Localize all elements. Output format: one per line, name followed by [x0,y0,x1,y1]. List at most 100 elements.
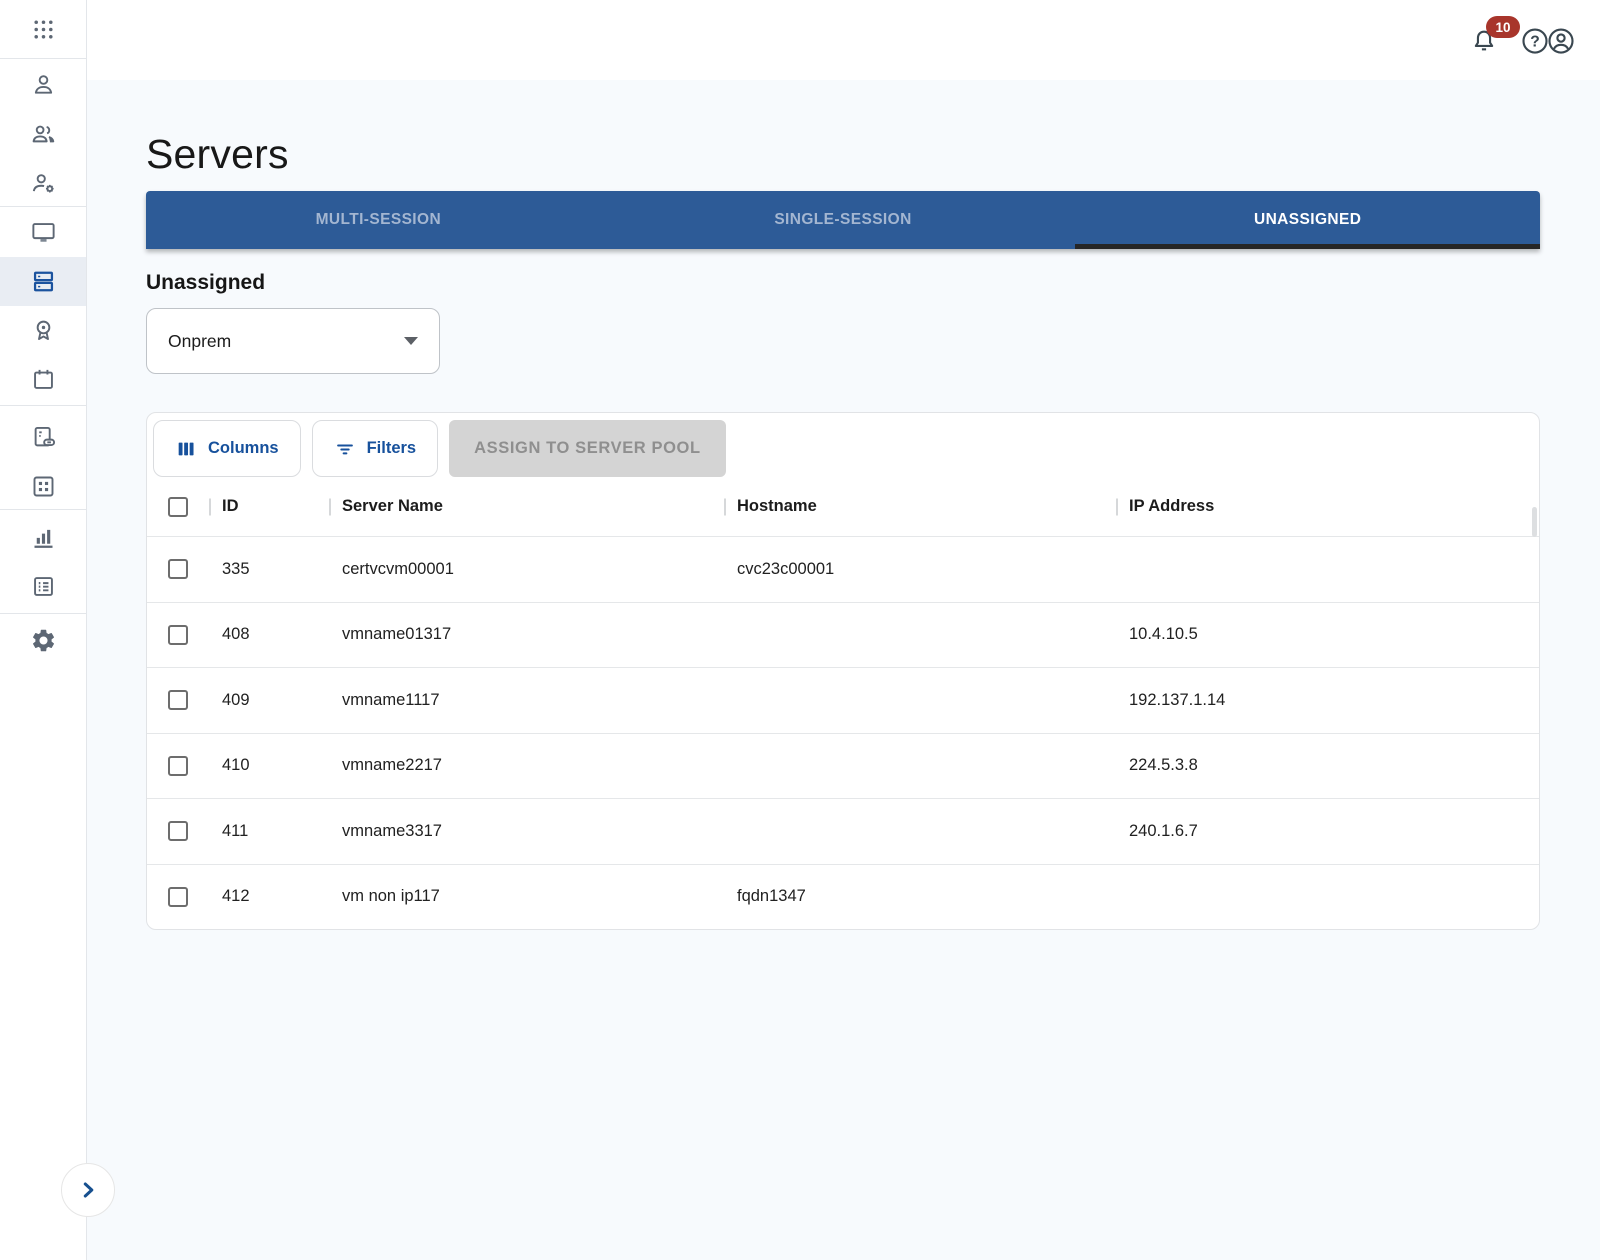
sidebar-item-schedule[interactable] [0,355,86,404]
row-checkbox-cell [147,887,209,907]
tab-unassigned[interactable]: UNASSIGNED [1075,191,1540,249]
environment-dropdown-value: Onprem [168,331,231,352]
cell-server-name: vm non ip117 [329,887,724,906]
cell-id: 412 [209,887,329,906]
cell-hostname: fqdn1347 [724,887,1116,906]
table-header-row: ID Server Name Hostname IP Address [147,477,1539,536]
sidebar-item-certificates[interactable] [0,306,86,355]
tab-bar: MULTI-SESSION SINGLE-SESSION UNASSIGNED [146,191,1540,249]
cell-server-name: vmname01317 [329,625,724,644]
column-header-server-name[interactable]: Server Name [329,497,724,516]
sidebar-divider [0,58,86,59]
person-icon [30,71,57,98]
table-row[interactable]: 335 certvcvm00001 cvc23c00001 [147,536,1539,602]
sidebar-item-app-launcher[interactable] [0,5,86,54]
sidebar-item-servers[interactable] [0,257,86,306]
table-row[interactable]: 412 vm non ip117 fqdn1347 [147,864,1539,930]
sidebar-divider [0,206,86,207]
sidebar-divider [0,405,86,406]
cell-id: 335 [209,560,329,579]
apps-grid-icon [31,17,56,42]
chevron-down-icon [404,337,418,345]
select-all-checkbox[interactable] [168,497,188,517]
monitor-icon [30,219,57,246]
sidebar-divider [0,509,86,510]
sidebar-item-desktops[interactable] [0,208,86,257]
badge-icon [30,317,57,344]
settings-icon [30,627,57,654]
chevron-right-icon [75,1177,101,1203]
filter-icon [334,438,356,460]
environment-dropdown[interactable]: Onprem [146,308,440,374]
person-settings-icon [30,170,57,197]
header-checkbox-cell [147,497,209,517]
sidebar-item-user-settings[interactable] [0,159,86,208]
row-checkbox-cell [147,821,209,841]
cell-hostname: cvc23c00001 [724,560,1116,579]
scrollbar-thumb[interactable] [1532,507,1537,537]
sidebar-item-users[interactable] [0,60,86,109]
sidebar-divider [0,613,86,614]
columns-button[interactable]: Columns [153,420,301,477]
svg-text:?: ? [1530,33,1540,50]
column-header-id[interactable]: ID [209,497,329,516]
account-button[interactable] [1546,26,1576,56]
row-checkbox-cell [147,625,209,645]
row-checkbox[interactable] [168,756,188,776]
cell-ip-address: 192.137.1.14 [1116,691,1539,710]
table-row[interactable]: 409 vmname1117 192.137.1.14 [147,667,1539,733]
sidebar-item-reports[interactable] [0,513,86,562]
row-checkbox[interactable] [168,821,188,841]
filters-button[interactable]: Filters [312,420,439,477]
calendar-icon [30,366,57,393]
row-checkbox[interactable] [168,690,188,710]
cell-id: 410 [209,756,329,775]
row-checkbox-cell [147,559,209,579]
section-heading: Unassigned [146,271,265,295]
assign-button-label: ASSIGN TO SERVER POOL [474,439,701,458]
row-checkbox[interactable] [168,625,188,645]
account-icon [1546,26,1576,56]
bar-chart-icon [30,524,57,551]
row-checkbox-cell [147,690,209,710]
cell-ip-address: 10.4.10.5 [1116,625,1539,644]
table-toolbar: Columns Filters ASSIGN TO SERVER POOL [147,413,1539,477]
sidebar-item-logs[interactable] [0,562,86,611]
columns-icon [175,438,197,460]
sidebar-item-groups[interactable] [0,109,86,158]
row-checkbox[interactable] [168,887,188,907]
tab-single-session[interactable]: SINGLE-SESSION [611,191,1076,249]
sidebar-item-settings[interactable] [0,616,86,665]
column-header-ip-address[interactable]: IP Address [1116,497,1539,516]
cell-id: 408 [209,625,329,644]
columns-button-label: Columns [208,439,279,458]
list-icon [30,573,57,600]
servers-table-card: Columns Filters ASSIGN TO SERVER POOL ID… [146,412,1540,930]
cell-server-name: vmname1117 [329,691,724,710]
sidebar [0,0,87,1260]
cell-server-name: vmname2217 [329,756,724,775]
column-header-hostname[interactable]: Hostname [724,497,1116,516]
cell-id: 409 [209,691,329,710]
assign-to-server-pool-button[interactable]: ASSIGN TO SERVER POOL [449,420,726,477]
sidebar-item-connections[interactable] [0,413,86,462]
cell-server-name: vmname3317 [329,822,724,841]
table-row[interactable]: 410 vmname2217 224.5.3.8 [147,733,1539,799]
servers-icon [30,268,57,295]
apps-squares-icon [30,473,57,500]
cell-ip-address: 240.1.6.7 [1116,822,1539,841]
cell-ip-address: 224.5.3.8 [1116,756,1539,775]
filters-button-label: Filters [367,439,417,458]
document-link-icon [30,424,57,451]
table-row[interactable]: 408 vmname01317 10.4.10.5 [147,602,1539,668]
table-body: 335 certvcvm00001 cvc23c00001 408 vmname… [147,536,1539,929]
tab-multi-session[interactable]: MULTI-SESSION [146,191,611,249]
notification-badge: 10 [1486,16,1520,38]
cell-id: 411 [209,822,329,841]
page-title: Servers [146,131,289,178]
sidebar-expand-button[interactable] [61,1163,115,1217]
people-icon [30,120,57,147]
sidebar-item-applications[interactable] [0,462,86,511]
table-row[interactable]: 411 vmname3317 240.1.6.7 [147,798,1539,864]
row-checkbox[interactable] [168,559,188,579]
